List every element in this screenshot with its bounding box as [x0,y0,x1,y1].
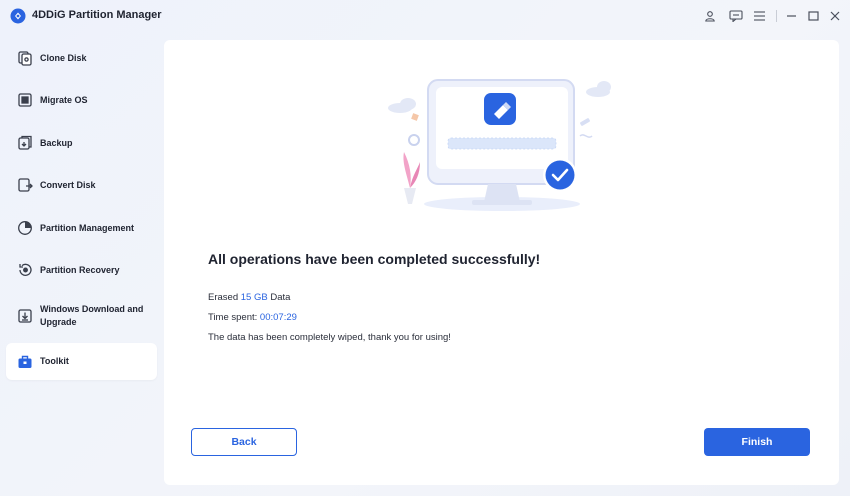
sidebar-item-partition-management[interactable]: Partition Management [6,210,157,246]
sidebar: Clone Disk Migrate OS Backup Convert Dis… [0,36,160,496]
sidebar-item-label: Windows Download and Upgrade [40,304,144,327]
time-spent-value: 00:07:29 [259,312,297,323]
erased-amount: 15 GB [240,292,268,303]
time-spent-line: Time spent: 00:07:29 [208,312,297,323]
sidebar-item-label: Clone Disk [40,52,87,63]
sidebar-item-windows-download[interactable]: Windows Download and Upgrade [6,298,157,334]
maximize-icon[interactable] [805,8,821,24]
erased-suffix: Data [267,292,291,303]
user-icon[interactable] [702,8,718,24]
erased-prefix: Erased [208,292,241,303]
partition-management-icon [18,221,32,235]
sidebar-item-label: Convert Disk [40,179,96,190]
back-button[interactable]: Back [191,428,297,456]
menu-icon[interactable] [751,8,767,24]
completion-headline: All operations have been completed succe… [208,251,541,267]
app-logo-icon [10,8,26,24]
main-panel: All operations have been completed succe… [164,40,839,485]
sidebar-item-label: Backup [40,137,73,148]
erased-amount-line: Erased 15 GB Data [208,292,290,303]
sidebar-item-toolkit[interactable]: Toolkit [6,343,157,380]
minimize-icon[interactable] [783,8,799,24]
title-bar: 4DDiG Partition Manager [0,0,850,32]
migrate-os-icon [18,93,32,107]
sidebar-item-label: Partition Recovery [40,264,120,275]
backup-icon [18,135,32,150]
sidebar-item-migrate-os[interactable]: Migrate OS [6,82,157,118]
sidebar-item-backup[interactable]: Backup [6,125,157,161]
convert-disk-icon [18,178,33,192]
sidebar-item-convert-disk[interactable]: Convert Disk [6,167,157,203]
time-spent-label: Time spent: [208,312,260,323]
completion-message: The data has been completely wiped, than… [208,332,451,343]
windows-download-icon [18,309,32,323]
app-title: 4DDiG Partition Manager [32,9,162,21]
feedback-icon[interactable] [728,8,744,24]
computer-eraser-success-icon [388,79,611,211]
sidebar-item-label: Partition Management [40,222,135,233]
close-icon[interactable] [827,8,843,24]
sidebar-item-label: Toolkit [40,356,69,366]
clone-disk-icon [18,51,32,66]
finish-button[interactable]: Finish [704,428,810,456]
sidebar-item-partition-recovery[interactable]: Partition Recovery [6,252,157,288]
titlebar-divider [776,10,777,22]
partition-recovery-icon [19,263,32,276]
sidebar-item-clone-disk[interactable]: Clone Disk [6,40,157,76]
toolkit-icon [18,355,32,368]
sidebar-item-label: Migrate OS [40,94,88,105]
